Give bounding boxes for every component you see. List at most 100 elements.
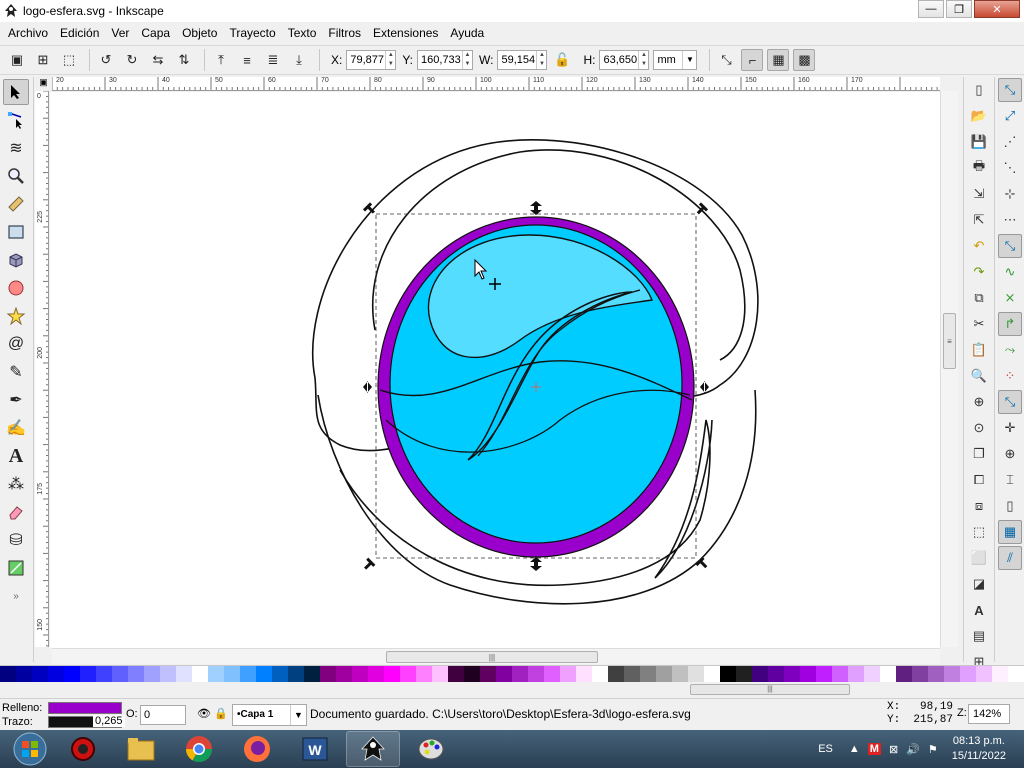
color-swatch[interactable] xyxy=(16,666,32,682)
copy-icon[interactable]: ⧉ xyxy=(967,286,991,310)
color-swatch[interactable] xyxy=(80,666,96,682)
select-all-layers-icon[interactable]: ⊞ xyxy=(32,49,54,71)
color-swatch[interactable] xyxy=(32,666,48,682)
color-swatch[interactable] xyxy=(560,666,576,682)
pencil-tool-icon[interactable]: ✎ xyxy=(3,359,29,385)
spray-tool-icon[interactable]: ⁂ xyxy=(3,471,29,497)
color-swatch[interactable] xyxy=(576,666,592,682)
color-swatch[interactable] xyxy=(816,666,832,682)
color-swatch[interactable] xyxy=(96,666,112,682)
color-swatch[interactable] xyxy=(704,666,720,682)
snap-guide-icon[interactable]: ⫽ xyxy=(998,546,1022,570)
color-swatch[interactable] xyxy=(864,666,880,682)
color-swatch[interactable] xyxy=(976,666,992,682)
snap-page-border-icon[interactable]: ▯ xyxy=(998,494,1022,518)
color-swatch[interactable] xyxy=(192,666,208,682)
clone-icon[interactable]: ⧠ xyxy=(967,468,991,492)
pen-tool-icon[interactable]: ✒ xyxy=(3,387,29,413)
snap-intersection-icon[interactable]: ⨯ xyxy=(998,286,1022,310)
maximize-button[interactable]: ❐ xyxy=(946,0,972,18)
gradient-tool-icon[interactable] xyxy=(3,555,29,581)
duplicate-icon[interactable]: ❐ xyxy=(967,442,991,466)
import-icon[interactable]: ⇲ xyxy=(967,182,991,206)
color-swatch[interactable] xyxy=(256,666,272,682)
rotate-cw-icon[interactable]: ↻ xyxy=(121,49,143,71)
color-swatch[interactable] xyxy=(784,666,800,682)
raise-icon[interactable]: ≡ xyxy=(236,49,258,71)
menu-extensiones[interactable]: Extensiones xyxy=(367,23,444,43)
calligraphy-tool-icon[interactable]: ✍ xyxy=(3,415,29,441)
volume-icon[interactable]: 🔊 xyxy=(906,743,920,756)
snap-nodes-icon[interactable]: ⤡ xyxy=(998,234,1022,258)
snap-rotation-center-icon[interactable]: ⊕ xyxy=(998,442,1022,466)
color-swatch[interactable] xyxy=(288,666,304,682)
paint-bucket-tool-icon[interactable]: ⛁ xyxy=(3,527,29,553)
vertical-scrollbar[interactable]: ≡ xyxy=(940,91,958,647)
ruler-corner-icon[interactable]: ▣ xyxy=(35,77,52,91)
color-swatch[interactable] xyxy=(752,666,768,682)
palette-scrollbar[interactable]: ||| xyxy=(0,683,1024,697)
color-swatch[interactable] xyxy=(624,666,640,682)
color-swatch[interactable] xyxy=(368,666,384,682)
zoom-tool-icon[interactable] xyxy=(3,163,29,189)
color-swatch[interactable] xyxy=(912,666,928,682)
action-center-icon[interactable]: ⚑ xyxy=(928,743,938,756)
3d-box-tool-icon[interactable] xyxy=(3,247,29,273)
w-input[interactable]: 59,154 ▲ ▼ xyxy=(497,50,548,70)
lower-to-bottom-icon[interactable]: ⤓ xyxy=(288,49,310,71)
lower-icon[interactable]: ≣ xyxy=(262,49,284,71)
start-button[interactable] xyxy=(8,731,52,767)
horizontal-scrollbar[interactable]: ||| xyxy=(52,648,940,664)
open-icon[interactable]: 📂 xyxy=(967,104,991,128)
zoom-input[interactable]: 142% xyxy=(968,704,1010,724)
menu-ayuda[interactable]: Ayuda xyxy=(444,23,490,43)
tweak-tool-icon[interactable]: ≋ xyxy=(3,135,29,161)
color-swatch[interactable] xyxy=(512,666,528,682)
snap-bbox-corner-icon[interactable]: ⋱ xyxy=(998,156,1022,180)
ungroup-icon[interactable]: ⬜ xyxy=(967,546,991,570)
color-swatch[interactable] xyxy=(736,666,752,682)
paste-icon[interactable]: 📋 xyxy=(967,338,991,362)
unlink-clone-icon[interactable]: ⧈ xyxy=(967,494,991,518)
flip-vertical-icon[interactable]: ⇅ xyxy=(173,49,195,71)
show-hidden-icons-icon[interactable]: ▲ xyxy=(849,743,860,755)
color-swatch[interactable] xyxy=(336,666,352,682)
color-swatch[interactable] xyxy=(768,666,784,682)
snap-smooth-icon[interactable]: ⤳ xyxy=(998,338,1022,362)
color-swatch[interactable] xyxy=(592,666,608,682)
text-tool-icon[interactable]: A xyxy=(3,443,29,469)
menu-edicion[interactable]: Edición xyxy=(54,23,105,43)
color-swatch[interactable] xyxy=(272,666,288,682)
color-swatch[interactable] xyxy=(832,666,848,682)
w-spinner[interactable]: ▲ ▼ xyxy=(536,51,546,69)
layer-select[interactable]: •Capa 1 ▼ xyxy=(232,704,307,726)
export-icon[interactable]: ⇱ xyxy=(967,208,991,232)
color-swatch[interactable] xyxy=(992,666,1008,682)
y-input[interactable]: 160,733 ▲ ▼ xyxy=(417,50,474,70)
color-swatch[interactable] xyxy=(400,666,416,682)
color-swatch[interactable] xyxy=(960,666,976,682)
antivirus-icon[interactable]: M xyxy=(867,743,881,755)
menu-capa[interactable]: Capa xyxy=(135,23,176,43)
scale-corners-icon[interactable]: ⌐ xyxy=(741,49,764,71)
color-swatch[interactable] xyxy=(112,666,128,682)
snap-bbox-midpoint-icon[interactable]: ⊹ xyxy=(998,182,1022,206)
eye-icon[interactable]: 👁 xyxy=(197,707,211,720)
taskbar-app-red-icon[interactable] xyxy=(56,731,110,767)
color-swatch[interactable] xyxy=(176,666,192,682)
menu-archivo[interactable]: Archivo xyxy=(2,23,54,43)
opacity-input[interactable]: 0 xyxy=(140,705,186,725)
color-swatch[interactable] xyxy=(144,666,160,682)
select-all-icon[interactable]: ▣ xyxy=(6,49,28,71)
color-swatch[interactable] xyxy=(640,666,656,682)
snap-others-icon[interactable]: ⤡ xyxy=(998,390,1022,414)
color-swatch[interactable] xyxy=(800,666,816,682)
rectangle-tool-icon[interactable] xyxy=(3,219,29,245)
color-swatch[interactable] xyxy=(656,666,672,682)
color-swatch[interactable] xyxy=(544,666,560,682)
snap-paths-icon[interactable]: ∿ xyxy=(998,260,1022,284)
snap-enable-icon[interactable]: ⤡ xyxy=(998,78,1022,102)
color-swatch[interactable] xyxy=(304,666,320,682)
fill-indicator[interactable] xyxy=(48,702,122,714)
h-spinner[interactable]: ▲ ▼ xyxy=(638,51,648,69)
